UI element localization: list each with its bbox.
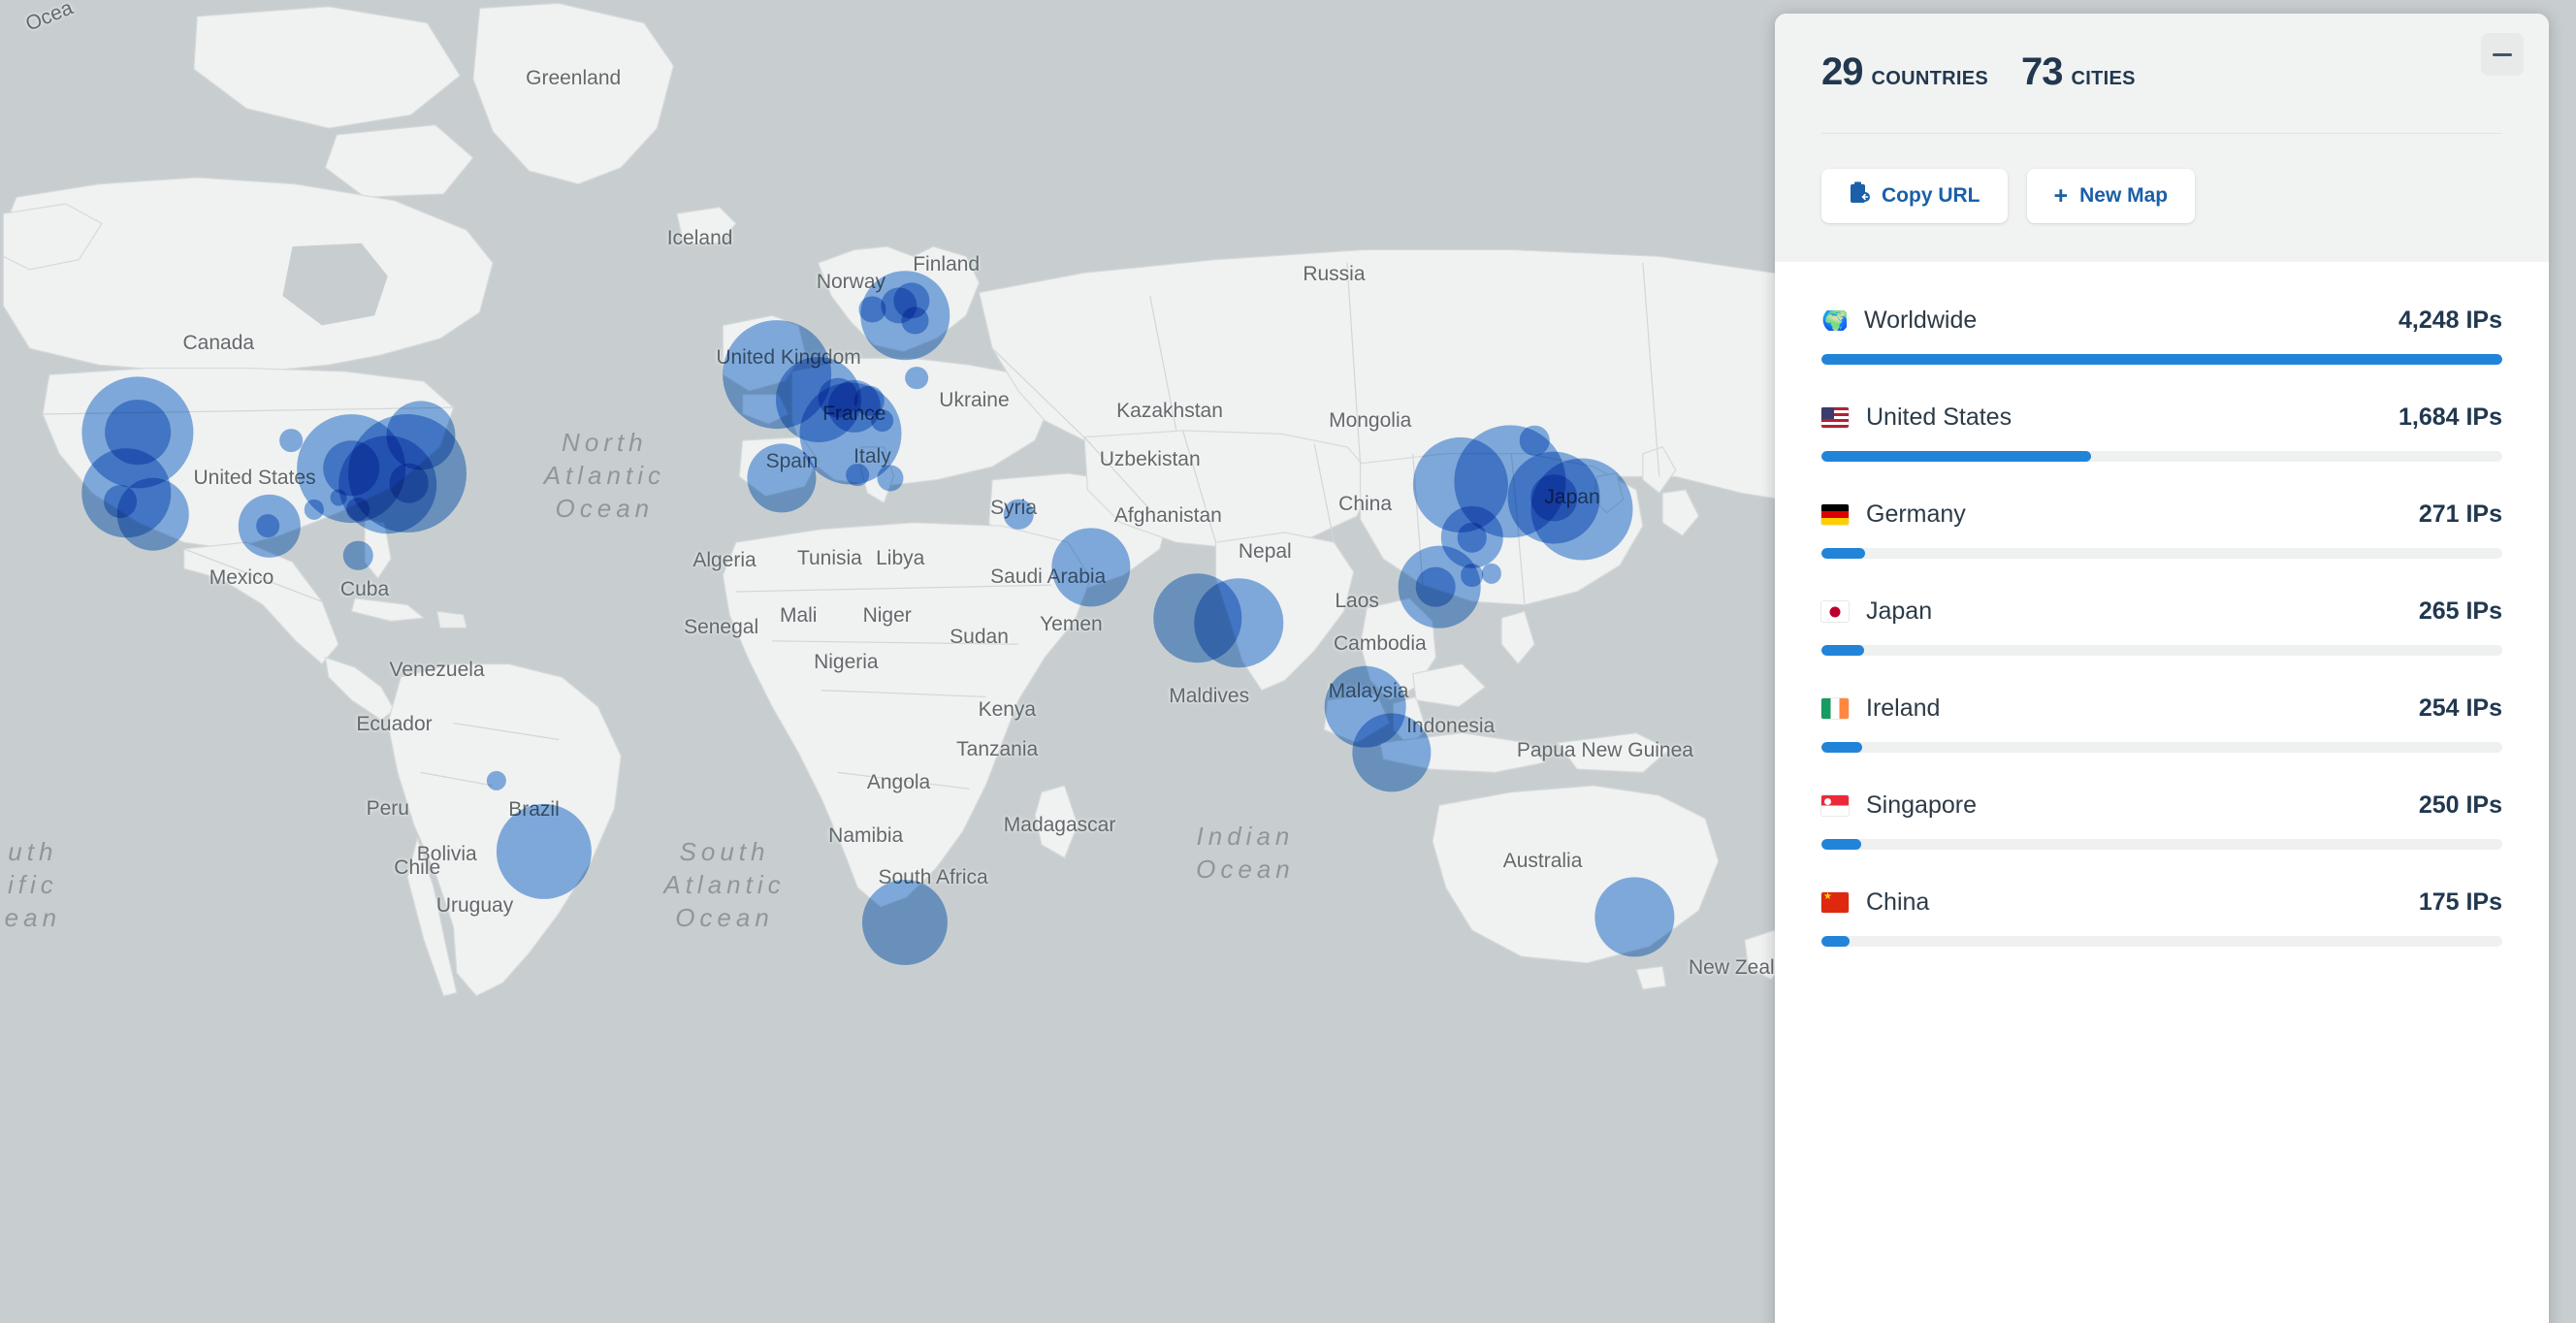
ip-share-bar-track: [1821, 645, 2502, 656]
new-map-label: New Map: [2079, 184, 2168, 208]
copy-url-label: Copy URL: [1882, 184, 1980, 208]
country-ip-count: 250 IPs: [2419, 791, 2502, 820]
country-name: China: [1866, 888, 2419, 917]
ip-share-bar-fill: [1821, 742, 1862, 753]
map-data-bubble[interactable]: [905, 367, 928, 390]
map-data-bubble[interactable]: [497, 804, 592, 899]
minimize-button[interactable]: [2481, 33, 2524, 76]
country-ip-count: 271 IPs: [2419, 500, 2502, 529]
ip-share-bar-track: [1821, 451, 2502, 462]
country-ip-count: 265 IPs: [2419, 597, 2502, 626]
ip-share-bar-fill: [1821, 839, 1861, 850]
country-ip-count: 1,684 IPs: [2399, 403, 2502, 432]
country-row[interactable]: China175 IPs: [1821, 871, 2502, 968]
jp-flag-icon: [1821, 601, 1849, 622]
map-data-bubble[interactable]: [878, 466, 904, 492]
copy-url-button[interactable]: Copy URL: [1821, 169, 2008, 223]
summary-stats: 29 COUNTRIES 73 CITIES: [1821, 50, 2502, 134]
map-data-bubble[interactable]: [1461, 564, 1484, 587]
country-row-header: China175 IPs: [1821, 888, 2502, 917]
stat-cities: 73 CITIES: [2021, 50, 2136, 94]
country-ip-list[interactable]: 🌍 Worldwide4,248 IPs United States1,684 IP…: [1775, 262, 2549, 1323]
map-data-bubble[interactable]: [389, 464, 429, 503]
ip-share-bar-fill: [1821, 451, 2091, 462]
ip-share-bar-fill: [1821, 354, 2502, 365]
ip-share-bar-track: [1821, 354, 2502, 365]
map-data-bubble[interactable]: [386, 401, 455, 469]
cn-flag-icon: [1821, 892, 1849, 913]
map-data-bubble[interactable]: [346, 498, 370, 521]
map-data-bubble[interactable]: [279, 429, 303, 452]
country-ip-count: 4,248 IPs: [2399, 307, 2502, 335]
map-data-bubble[interactable]: [748, 443, 817, 512]
plus-icon: +: [2054, 184, 2069, 209]
country-row[interactable]: Germany271 IPs: [1821, 483, 2502, 580]
map-data-bubble[interactable]: [846, 464, 869, 487]
map-data-bubble[interactable]: [1051, 528, 1130, 606]
globe-flag-icon: 🌍: [1821, 310, 1847, 331]
map-data-bubble[interactable]: [116, 478, 189, 551]
country-ip-count: 175 IPs: [2419, 888, 2502, 917]
ip-share-bar-track: [1821, 839, 2502, 850]
country-row-header: Singapore250 IPs: [1821, 791, 2502, 820]
country-row-header: 🌍 Worldwide4,248 IPs: [1821, 307, 2502, 335]
country-row[interactable]: Ireland254 IPs: [1821, 677, 2502, 774]
ip-share-bar-track: [1821, 936, 2502, 947]
stats-panel: 29 COUNTRIES 73 CITIES: [1775, 14, 2549, 1323]
country-row[interactable]: 🌍 Worldwide4,248 IPs: [1821, 289, 2502, 386]
cities-label: CITIES: [2071, 68, 2135, 90]
country-row-header: Germany271 IPs: [1821, 500, 2502, 529]
ie-flag-icon: [1821, 698, 1849, 719]
map-data-bubble[interactable]: [256, 514, 279, 537]
country-name: Germany: [1866, 500, 2419, 529]
country-name: Ireland: [1866, 694, 2419, 723]
panel-actions: Copy URL + New Map: [1821, 134, 2502, 262]
countries-label: COUNTRIES: [1872, 68, 1988, 90]
map-data-bubble[interactable]: [1416, 567, 1456, 607]
map-data-bubble[interactable]: [1595, 878, 1674, 956]
country-row[interactable]: United States1,684 IPs: [1821, 386, 2502, 483]
country-row-header: Japan265 IPs: [1821, 597, 2502, 626]
us-flag-icon: [1821, 407, 1849, 428]
country-name: Worldwide: [1864, 307, 2399, 335]
ip-share-bar-fill: [1821, 936, 1850, 947]
ip-share-bar-track: [1821, 548, 2502, 559]
map-data-bubble[interactable]: [871, 409, 894, 433]
map-data-bubble[interactable]: [862, 880, 948, 965]
country-ip-count: 254 IPs: [2419, 694, 2502, 723]
map-app-root: .land { fill:#f0f1f1; stroke:#d6d9da; st…: [0, 0, 2576, 1323]
sg-flag-icon: [1821, 795, 1849, 816]
ip-share-bar-fill: [1821, 548, 1865, 559]
new-map-button[interactable]: + New Map: [2027, 169, 2196, 223]
country-row[interactable]: Japan265 IPs: [1821, 580, 2502, 677]
clipboard-copy-icon: [1849, 181, 1870, 210]
de-flag-icon: [1821, 504, 1849, 525]
cities-count: 73: [2021, 50, 2063, 94]
map-data-bubble[interactable]: [330, 490, 346, 506]
map-data-bubble[interactable]: [1352, 713, 1431, 791]
stat-countries: 29 COUNTRIES: [1821, 50, 1988, 94]
country-row-header: Ireland254 IPs: [1821, 694, 2502, 723]
country-name: United States: [1866, 403, 2399, 432]
countries-count: 29: [1821, 50, 1863, 94]
panel-header: 29 COUNTRIES 73 CITIES: [1775, 14, 2549, 262]
ip-share-bar-fill: [1821, 645, 1864, 656]
country-row[interactable]: Singapore250 IPs: [1821, 774, 2502, 871]
ip-share-bar-track: [1821, 742, 2502, 753]
minus-icon: [2493, 53, 2512, 56]
country-name: Singapore: [1866, 791, 2419, 820]
country-row-header: United States1,684 IPs: [1821, 403, 2502, 432]
country-name: Japan: [1866, 597, 2419, 626]
